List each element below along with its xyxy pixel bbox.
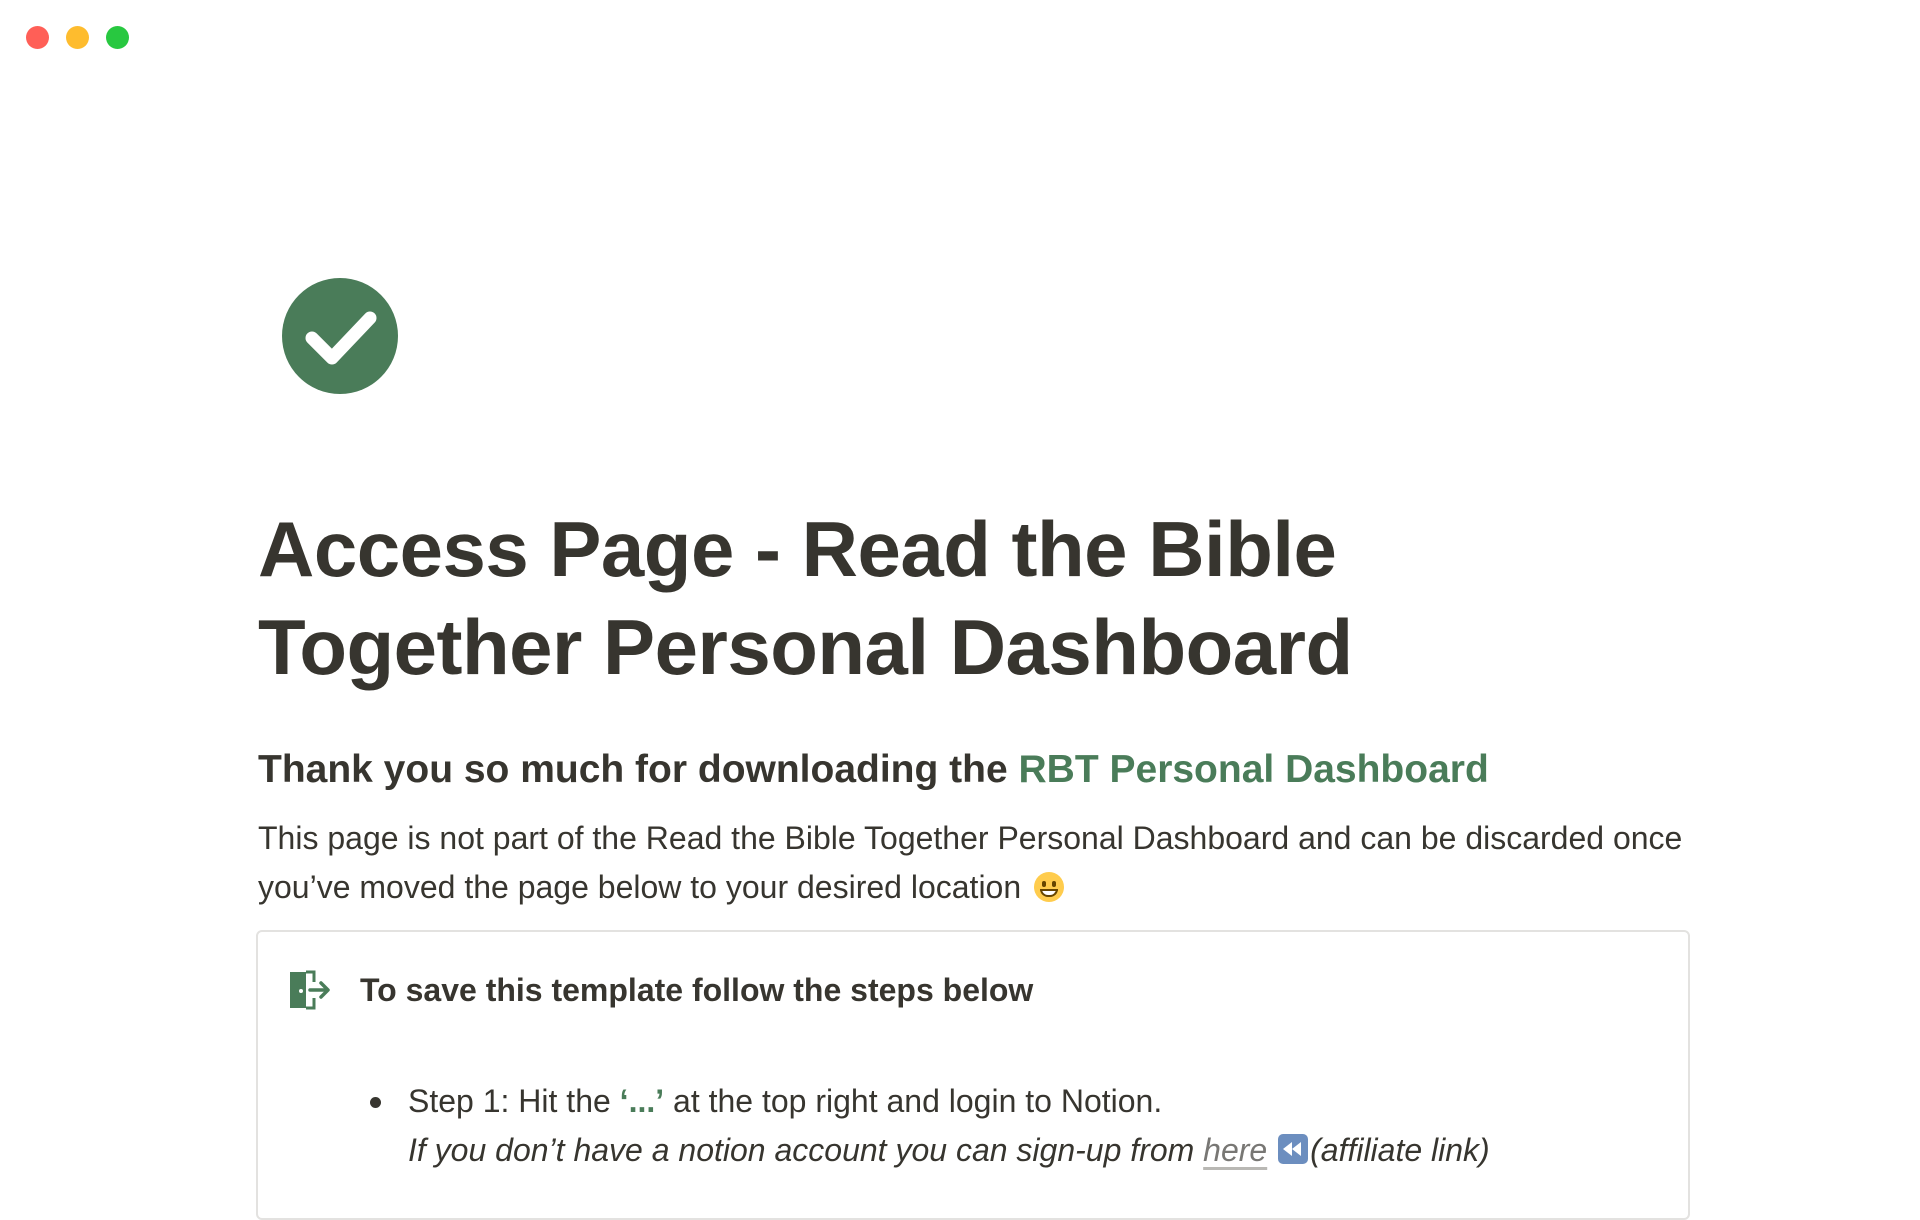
check-circle-icon[interactable] (280, 276, 400, 396)
steps-list: Step 1: Hit the ‘...’ at the top right a… (368, 1077, 1490, 1175)
callout-title: To save this template follow the steps b… (360, 972, 1034, 1008)
list-item: Step 1: Hit the ‘...’ at the top right a… (368, 1077, 1490, 1175)
intro-paragraph: This page is not part of the Read the Bi… (258, 814, 1698, 912)
close-window-button[interactable] (26, 26, 49, 49)
step-text-after: at the top right and login to Notion. (664, 1083, 1163, 1119)
save-template-callout: To save this template follow the steps b… (256, 930, 1690, 1220)
signup-link[interactable]: here (1203, 1132, 1267, 1168)
maximize-window-button[interactable] (106, 26, 129, 49)
bullet-icon (370, 1097, 381, 1108)
note-text-after: (affiliate link) (1310, 1132, 1490, 1168)
step-text: Step 1: Hit the (408, 1083, 620, 1119)
minimize-window-button[interactable] (66, 26, 89, 49)
intro-text: This page is not part of the Read the Bi… (258, 820, 1683, 905)
thank-you-heading: Thank you so much for downloading the RB… (258, 744, 1489, 796)
note-text: If you don’t have a notion account you c… (408, 1132, 1204, 1168)
page-title[interactable]: Access Page - Read the Bible Together Pe… (258, 500, 1558, 696)
rewind-icon (1278, 1134, 1309, 1164)
door-exit-icon (286, 968, 330, 1012)
grinning-face-icon (1034, 872, 1065, 902)
heading-accent-text: RBT Personal Dashboard (1018, 748, 1489, 791)
step-note: If you don’t have a notion account you c… (408, 1126, 1490, 1175)
heading-text: Thank you so much for downloading the (258, 748, 1019, 791)
window-controls (26, 26, 129, 49)
step-code-text: ‘...’ (619, 1083, 665, 1119)
